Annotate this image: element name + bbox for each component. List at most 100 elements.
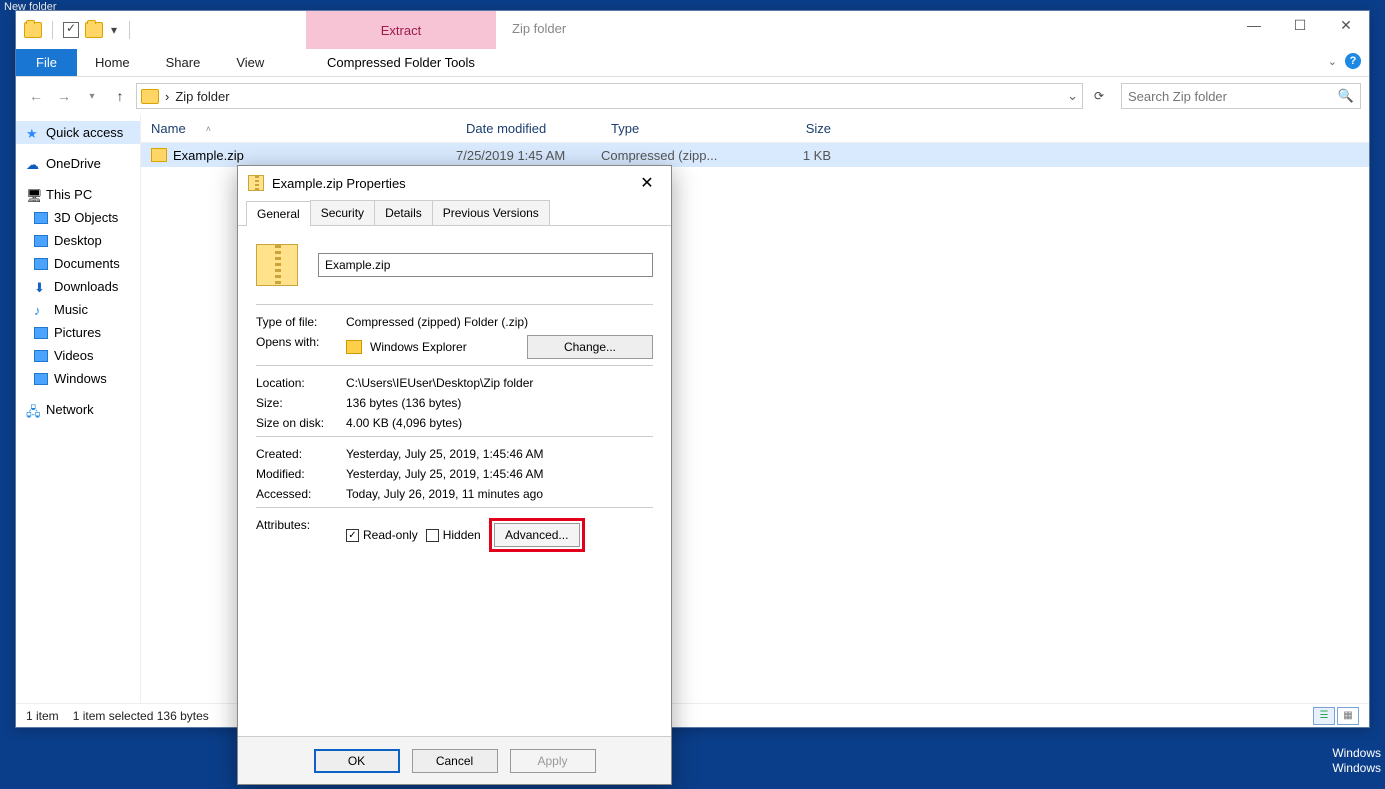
sort-indicator-icon: ˄ bbox=[206, 124, 211, 134]
search-icon[interactable]: 🔍 bbox=[1338, 88, 1354, 104]
sidebar-item-label: 3D Objects bbox=[54, 210, 118, 225]
download-icon: ⬇ bbox=[34, 280, 48, 294]
titlebar: ▾ Extract Zip folder ― ☐ ✕ bbox=[16, 11, 1369, 49]
sidebar-item-this-pc[interactable]: 🖥 This PC bbox=[16, 183, 140, 206]
label-attributes: Attributes: bbox=[256, 518, 346, 552]
sidebar-item-label: This PC bbox=[46, 187, 92, 202]
readonly-checkbox[interactable]: ✓Read-only bbox=[346, 528, 418, 542]
folder-icon bbox=[34, 235, 48, 247]
column-size[interactable]: Size bbox=[746, 121, 841, 136]
zip-file-icon bbox=[151, 148, 167, 162]
sidebar-item-videos[interactable]: Videos bbox=[16, 344, 140, 367]
tab-home[interactable]: Home bbox=[77, 49, 148, 76]
sidebar-item-onedrive[interactable]: ☁ OneDrive bbox=[16, 152, 140, 175]
watermark-line: Windows bbox=[1332, 746, 1381, 762]
sidebar-item-desktop[interactable]: Desktop bbox=[16, 229, 140, 252]
tab-details[interactable]: Details bbox=[374, 200, 433, 225]
contextual-tab-extract[interactable]: Extract bbox=[306, 11, 496, 49]
sidebar-item-label: Music bbox=[54, 302, 88, 317]
close-button[interactable]: ✕ bbox=[633, 171, 661, 195]
status-count: 1 item bbox=[26, 709, 59, 723]
value-size-on-disk: 4.00 KB (4,096 bytes) bbox=[346, 416, 653, 430]
hidden-checkbox[interactable]: Hidden bbox=[426, 528, 481, 542]
folder-icon bbox=[34, 212, 48, 224]
star-icon: ★ bbox=[26, 126, 40, 140]
sidebar-item-pictures[interactable]: Pictures bbox=[16, 321, 140, 344]
refresh-button[interactable]: ⟳ bbox=[1087, 83, 1111, 109]
maximize-button[interactable]: ☐ bbox=[1277, 11, 1323, 39]
column-name[interactable]: Name˄ bbox=[141, 121, 456, 136]
change-button[interactable]: Change... bbox=[527, 335, 653, 359]
tab-previous-versions[interactable]: Previous Versions bbox=[432, 200, 550, 225]
value-created: Yesterday, ‎July ‎25, ‎2019, ‏‎1:45:46 A… bbox=[346, 447, 653, 461]
tab-file[interactable]: File bbox=[16, 49, 77, 76]
tab-general[interactable]: General bbox=[246, 201, 311, 226]
close-button[interactable]: ✕ bbox=[1323, 11, 1369, 39]
value-accessed: Today, ‎July ‎26, ‎2019, ‏‎11 minutes ag… bbox=[346, 487, 653, 501]
cancel-button[interactable]: Cancel bbox=[412, 749, 498, 773]
sidebar-item-network[interactable]: 🖧Network bbox=[16, 398, 140, 421]
tab-share[interactable]: Share bbox=[148, 49, 219, 76]
music-icon: ♪ bbox=[34, 303, 48, 317]
status-selection: 1 item selected 136 bytes bbox=[73, 709, 209, 723]
minimize-button[interactable]: ― bbox=[1231, 11, 1277, 39]
view-large-button[interactable]: ▦ bbox=[1337, 707, 1359, 725]
ribbon-tabs: File Home Share View Compressed Folder T… bbox=[16, 49, 1369, 77]
filename-input[interactable] bbox=[318, 253, 653, 277]
value-modified: Yesterday, ‎July ‎25, ‎2019, ‏‎1:45:46 A… bbox=[346, 467, 653, 481]
file-size: 1 KB bbox=[746, 148, 841, 163]
checkbox-icon: ✓ bbox=[346, 529, 359, 542]
search-input[interactable] bbox=[1128, 89, 1338, 104]
properties-icon[interactable] bbox=[63, 22, 79, 38]
address-dropdown-icon[interactable]: ⌄ bbox=[1067, 88, 1078, 104]
sidebar-item-label: Downloads bbox=[54, 279, 118, 294]
help-icon[interactable]: ? bbox=[1345, 53, 1361, 69]
properties-body: Type of file:Compressed (zipped) Folder … bbox=[238, 226, 671, 736]
watermark-line: Windows bbox=[1332, 761, 1381, 777]
windows-watermark: Windows Windows bbox=[1332, 746, 1381, 777]
forward-button[interactable]: → bbox=[52, 84, 76, 108]
file-type: Compressed (zipp... bbox=[601, 148, 746, 163]
column-headers: Name˄ Date modified Type Size bbox=[141, 115, 1369, 143]
value-type-of-file: Compressed (zipped) Folder (.zip) bbox=[346, 315, 653, 329]
hidden-label: Hidden bbox=[443, 528, 481, 542]
ok-button[interactable]: OK bbox=[314, 749, 400, 773]
windows-explorer-icon bbox=[346, 340, 362, 354]
address-bar[interactable]: › Zip folder ⌄ bbox=[136, 83, 1083, 109]
search-box[interactable]: 🔍 bbox=[1121, 83, 1361, 109]
ribbon-collapse-icon[interactable]: ⌄ bbox=[1328, 55, 1337, 68]
tab-view[interactable]: View bbox=[218, 49, 282, 76]
sidebar-item-quick-access[interactable]: ★ Quick access bbox=[16, 121, 140, 144]
apply-button[interactable]: Apply bbox=[510, 749, 596, 773]
value-location: C:\Users\IEUser\Desktop\Zip folder bbox=[346, 376, 653, 390]
properties-title: Example.zip Properties bbox=[272, 176, 406, 191]
label-size-on-disk: Size on disk: bbox=[256, 416, 346, 430]
view-details-button[interactable]: ☰ bbox=[1313, 707, 1335, 725]
breadcrumb-segment[interactable]: Zip folder bbox=[175, 89, 229, 104]
zip-file-icon bbox=[248, 175, 264, 191]
qat-customize-icon[interactable]: ▾ bbox=[109, 25, 119, 35]
recent-locations-icon[interactable]: ▾ bbox=[80, 84, 104, 108]
sidebar-item-music[interactable]: ♪ Music bbox=[16, 298, 140, 321]
window-controls: ― ☐ ✕ bbox=[1231, 11, 1369, 39]
tab-compressed-folder-tools[interactable]: Compressed Folder Tools bbox=[306, 49, 496, 76]
sidebar-item-windows[interactable]: Windows bbox=[16, 367, 140, 390]
column-date[interactable]: Date modified bbox=[456, 121, 601, 136]
explorer-body: ★ Quick access ☁ OneDrive 🖥 This PC 3D O… bbox=[16, 115, 1369, 703]
file-name: Example.zip bbox=[173, 148, 456, 163]
sidebar-item-documents[interactable]: Documents bbox=[16, 252, 140, 275]
file-explorer-window: ▾ Extract Zip folder ― ☐ ✕ File Home Sha… bbox=[15, 10, 1370, 728]
separator bbox=[256, 436, 653, 437]
file-row[interactable]: Example.zip 7/25/2019 1:45 AM Compressed… bbox=[141, 143, 1369, 167]
sidebar-item-label: Videos bbox=[54, 348, 94, 363]
sidebar-item-3d-objects[interactable]: 3D Objects bbox=[16, 206, 140, 229]
up-button[interactable]: ↑ bbox=[108, 84, 132, 108]
sidebar-item-downloads[interactable]: ⬇ Downloads bbox=[16, 275, 140, 298]
folder-icon bbox=[34, 258, 48, 270]
tab-security[interactable]: Security bbox=[310, 200, 375, 225]
new-folder-icon[interactable] bbox=[85, 22, 103, 38]
advanced-button[interactable]: Advanced... bbox=[494, 523, 580, 547]
column-type[interactable]: Type bbox=[601, 121, 746, 136]
sidebar-item-label: OneDrive bbox=[46, 156, 101, 171]
back-button[interactable]: ← bbox=[24, 84, 48, 108]
